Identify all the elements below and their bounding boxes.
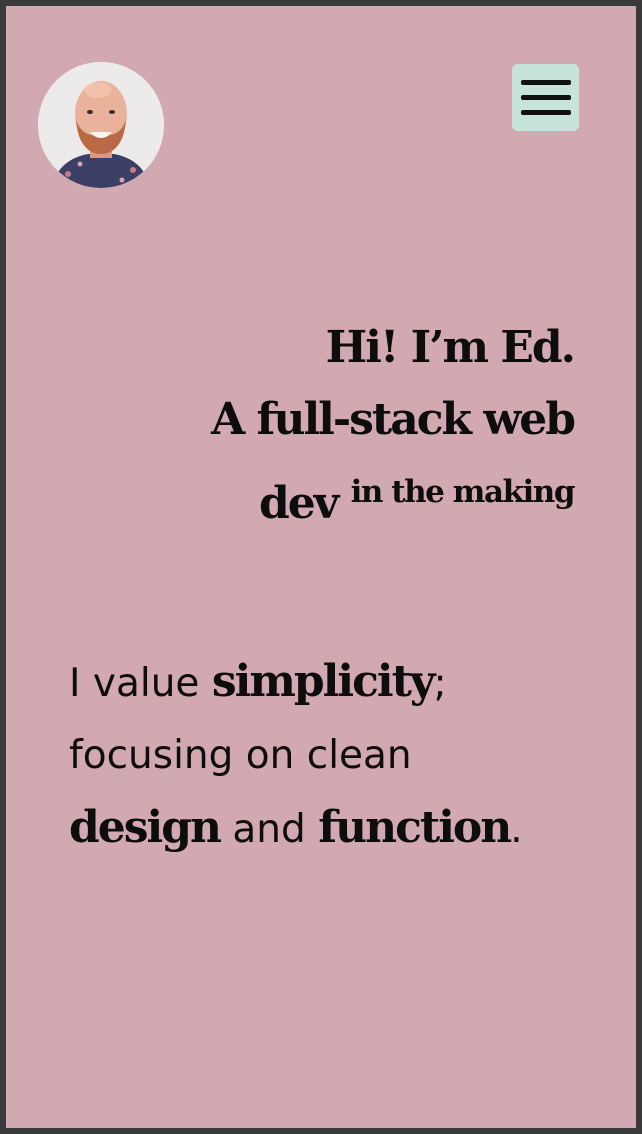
- values-statement: I value simplicity; focusing on clean de…: [69, 646, 609, 866]
- page: Hi! I’m Ed. A full-stack web dev in the …: [6, 6, 636, 1128]
- values-text: ;: [433, 661, 447, 706]
- hero-heading: Hi! I’m Ed. A full-stack web dev in the …: [104, 312, 576, 540]
- hero-line-dev: dev in the making: [104, 456, 576, 540]
- hero-dev-word: dev: [259, 478, 339, 529]
- hero-line-greeting: Hi! I’m Ed.: [325, 322, 576, 373]
- menu-button[interactable]: [512, 64, 579, 131]
- values-text: and: [220, 807, 319, 852]
- hero-in-the-making: in the making: [350, 474, 576, 510]
- values-keyword-design: design: [69, 802, 222, 853]
- values-text: .: [510, 807, 523, 852]
- avatar: [38, 62, 164, 188]
- hero-line-role: A full-stack web: [211, 394, 576, 445]
- values-text: I value: [69, 661, 212, 706]
- values-text: focusing on clean: [69, 733, 412, 778]
- values-keyword-simplicity: simplicity: [211, 656, 436, 707]
- values-keyword-function: function: [318, 802, 512, 853]
- avatar-photo: [38, 62, 164, 188]
